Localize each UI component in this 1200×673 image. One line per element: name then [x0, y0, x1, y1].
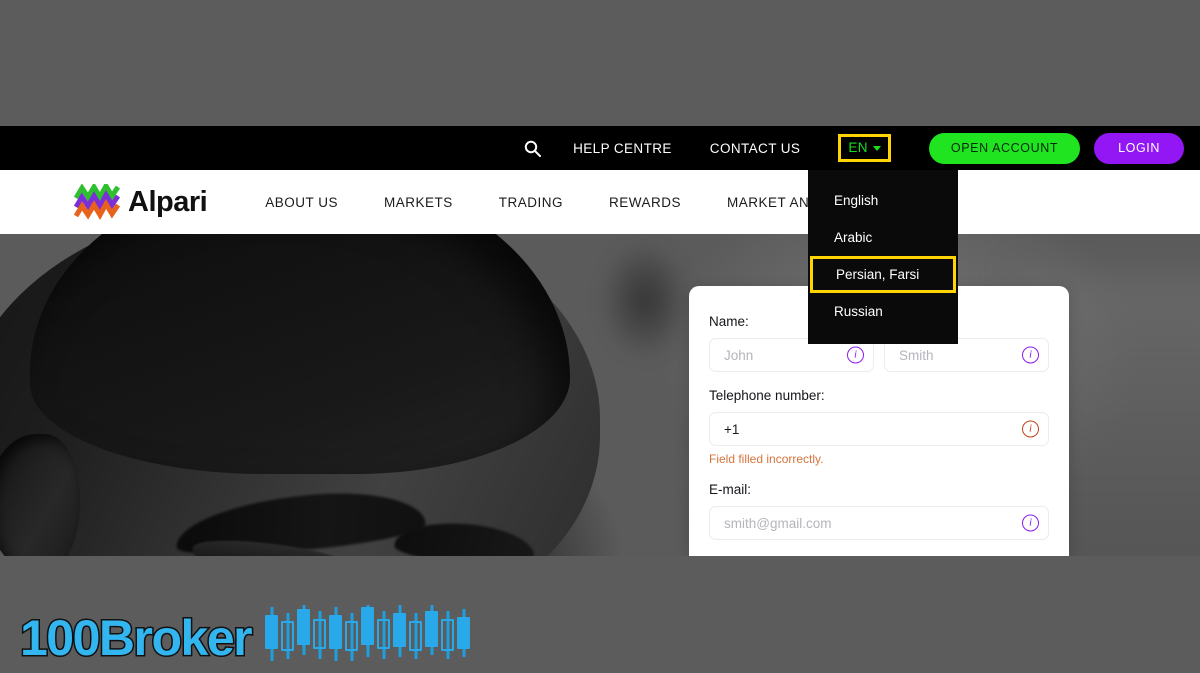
candlestick	[361, 605, 375, 663]
language-option-russian[interactable]: Russian	[808, 293, 958, 330]
candlestick	[329, 605, 343, 663]
candlestick	[457, 605, 471, 663]
top-utility-bar: HELP CENTRE CONTACT US EN OPEN ACCOUNT L…	[0, 126, 1200, 170]
candlestick-body	[441, 619, 455, 651]
candlestick	[265, 605, 279, 663]
language-code-label: EN	[848, 140, 868, 155]
candlestick	[313, 605, 327, 663]
candlestick	[297, 605, 311, 663]
candlestick-wick	[446, 611, 450, 659]
nav-item-trading[interactable]: TRADING	[499, 195, 563, 210]
candlestick-wick	[286, 613, 290, 659]
candlestick-wick	[334, 607, 338, 661]
alpari-logo[interactable]: Alpari	[74, 184, 208, 220]
hero-ear-shape	[0, 434, 80, 556]
candlestick-wick	[398, 605, 402, 657]
candlestick	[425, 605, 439, 663]
candlestick-wick	[366, 605, 370, 657]
candlestick-wick	[414, 613, 418, 659]
browser-page-viewport: Name: i i Telephone number: i Field fill…	[0, 126, 1200, 556]
login-button[interactable]: LOGIN	[1094, 132, 1184, 164]
candlestick	[393, 605, 407, 663]
candlestick-wick	[382, 611, 386, 659]
candlestick-wick	[430, 605, 434, 655]
candlestick-wick	[318, 611, 322, 659]
candlestick	[345, 605, 359, 663]
language-selector-button[interactable]: EN	[838, 134, 891, 162]
candlestick	[377, 605, 391, 663]
candlestick-body	[265, 615, 279, 649]
candlestick-wick	[350, 613, 354, 661]
candlestick-body	[297, 609, 311, 645]
top-link-contact-us[interactable]: CONTACT US	[710, 141, 801, 156]
telephone-label: Telephone number:	[709, 388, 825, 403]
hero-hair-shape	[30, 234, 570, 474]
top-link-help-centre[interactable]: HELP CENTRE	[573, 141, 672, 156]
first-name-info-icon[interactable]: i	[847, 346, 864, 364]
email-info-icon[interactable]: i	[1022, 514, 1039, 532]
candlestick-body	[377, 619, 391, 649]
search-glyph	[524, 140, 541, 157]
language-dropdown-menu: English Arabic Persian, Farsi Russian	[808, 170, 958, 344]
nav-item-about-us[interactable]: ABOUT US	[265, 195, 338, 210]
candlestick-body	[425, 611, 439, 647]
candlestick	[441, 605, 455, 663]
candlestick-body	[313, 619, 327, 649]
language-option-english[interactable]: English	[808, 182, 958, 219]
candlestick-body	[361, 607, 375, 645]
candlestick	[409, 605, 423, 663]
telephone-field-group: Telephone number: i Field filled incorre…	[709, 388, 1049, 466]
telephone-input[interactable]	[709, 412, 1049, 446]
search-icon[interactable]	[515, 131, 549, 165]
candlestick-body	[345, 621, 359, 651]
email-field-group: E-mail: i	[709, 482, 1049, 540]
candlestick	[281, 605, 295, 663]
main-navbar: Alpari ABOUT US MARKETS TRADING REWARDS …	[0, 170, 1200, 234]
watermark-candlestick-chart	[265, 605, 471, 663]
alpari-logo-mark	[74, 184, 120, 220]
candlestick-body	[457, 617, 471, 649]
language-option-arabic[interactable]: Arabic	[808, 219, 958, 256]
email-label: E-mail:	[709, 482, 752, 497]
email-wrap: i	[709, 506, 1049, 540]
chevron-down-icon	[872, 146, 881, 151]
candlestick-body	[409, 621, 423, 651]
candlestick-body	[329, 615, 343, 649]
telephone-error-text: Field filled incorrectly.	[709, 452, 824, 466]
nav-item-markets[interactable]: MARKETS	[384, 195, 453, 210]
telephone-wrap: i	[709, 412, 1049, 446]
language-option-persian-farsi[interactable]: Persian, Farsi	[810, 256, 956, 293]
telephone-info-icon[interactable]: i	[1022, 420, 1039, 438]
candlestick-body	[393, 613, 407, 647]
candlestick-wick	[462, 609, 466, 657]
hero-background-blur-a	[600, 240, 690, 360]
candlestick-wick	[270, 607, 274, 661]
nav-item-rewards[interactable]: REWARDS	[609, 195, 681, 210]
watermark: 100Broker	[18, 605, 471, 666]
candlestick-wick	[302, 605, 306, 655]
alpari-logo-text: Alpari	[128, 185, 208, 218]
candlestick-body	[281, 621, 295, 651]
watermark-text: 100Broker	[18, 610, 254, 666]
last-name-info-icon[interactable]: i	[1022, 346, 1039, 364]
language-selector-wrap: EN	[838, 134, 891, 162]
open-account-button[interactable]: OPEN ACCOUNT	[928, 132, 1081, 164]
email-input[interactable]	[709, 506, 1049, 540]
